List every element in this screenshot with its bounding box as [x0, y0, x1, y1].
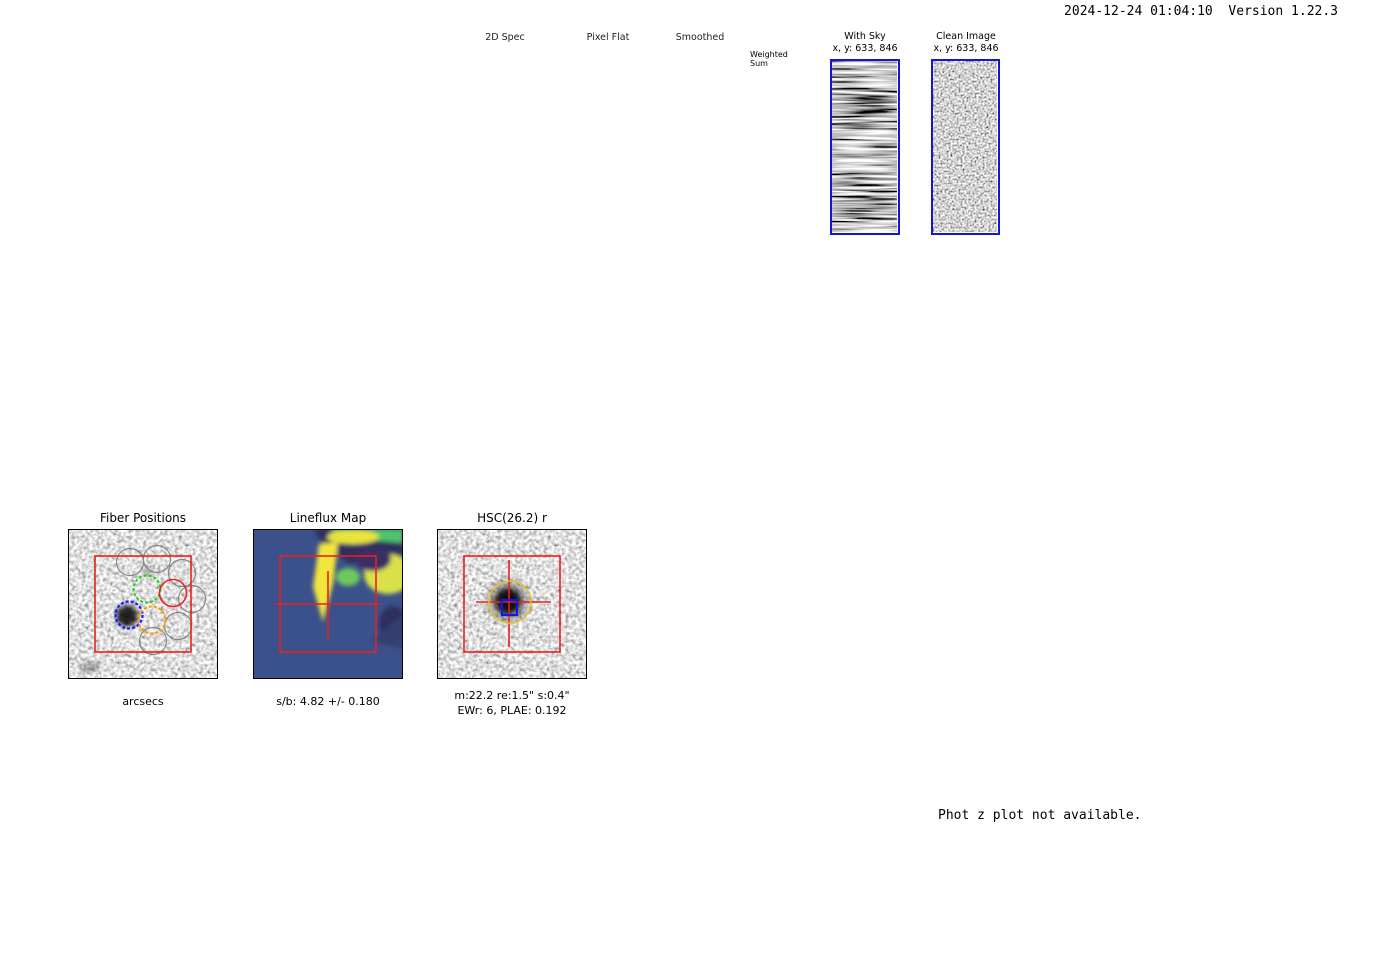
with-sky-title: With Sky	[844, 31, 886, 42]
with-sky-coords: x, y: 633, 846	[832, 43, 898, 54]
with-sky-header: With Sky x, y: 633, 846	[810, 31, 920, 55]
with-sky-image	[830, 59, 900, 235]
line-fit-inset-chart	[1040, 50, 1320, 240]
photz-note: Phot z plot not available.	[938, 808, 1142, 823]
clean-image	[931, 59, 1000, 235]
report-version: Version 1.22.3	[1228, 4, 1338, 19]
clean-image-coords: x, y: 633, 846	[933, 43, 999, 54]
report-timestamp-version: 2024-12-24 01:04:10 Version 1.22.3	[1064, 4, 1338, 19]
clean-image-title: Clean Image	[936, 31, 996, 42]
lineflux-xaxis-label: s/b: 4.82 +/- 0.180	[276, 695, 380, 708]
fiber-positions-image	[68, 529, 218, 679]
full-spectrum-chart	[88, 340, 1313, 465]
hsc-xaxis-label-1: m:22.2 re:1.5" s:0.4"	[454, 689, 570, 702]
fiber-xaxis-label: arcsecs	[122, 695, 164, 708]
report-datetime: 2024-12-24 01:04:10	[1064, 4, 1213, 19]
hsc-cutout-title: HSC(26.2) r	[477, 511, 547, 525]
col-title-smoothed: Smoothed	[675, 32, 725, 43]
col-title-pixel-flat: Pixel Flat	[586, 32, 630, 43]
fiber-positions-title: Fiber Positions	[99, 511, 187, 525]
clean-image-header: Clean Image x, y: 633, 846	[911, 31, 1021, 55]
hsc-xaxis-label-2: EWr: 6, PLAE: 0.192	[457, 704, 567, 717]
weighted-sum-label: Weighted Sum	[750, 50, 788, 68]
lineflux-map-image	[253, 529, 403, 679]
col-title-2d-spec: 2D Spec	[485, 32, 525, 43]
hsc-cutout-image	[437, 529, 587, 679]
spectral-line-marker-row	[88, 260, 1313, 348]
lineflux-map-title: Lineflux Map	[289, 511, 367, 525]
elixer-detection-report: 2024-12-24 01:04:10 Version 1.22.3 2D Sp…	[0, 0, 1400, 953]
